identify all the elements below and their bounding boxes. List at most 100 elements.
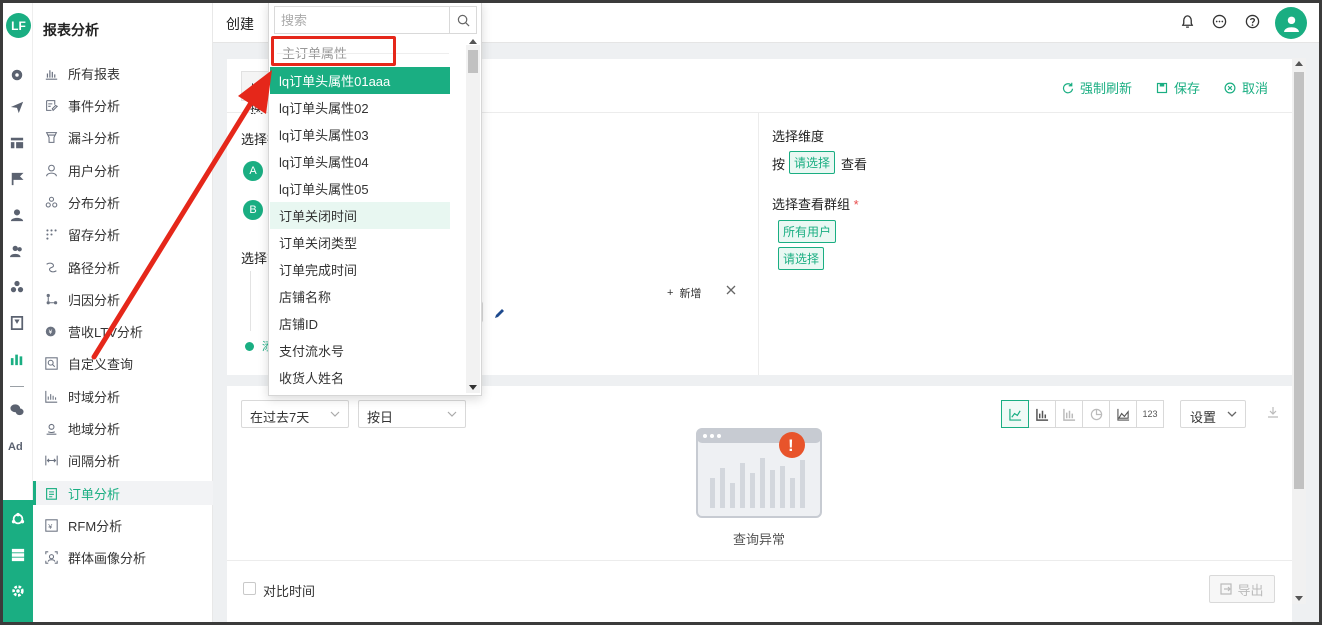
breadcrumb[interactable]: 创建 (226, 14, 254, 34)
flag-icon[interactable] (8, 170, 26, 188)
download-icon[interactable] (1267, 406, 1279, 418)
save-icon (1156, 82, 1168, 93)
sidebar-item-all-reports[interactable]: 所有报表 (33, 61, 213, 85)
dropdown-option[interactable]: 收货人姓名 (270, 364, 450, 391)
compare-time-label: 对比时间 (263, 584, 316, 599)
scroll-down-arrow[interactable] (469, 385, 477, 390)
rail-divider (10, 386, 24, 387)
dropdown-option[interactable]: 订单完成时间 (270, 256, 450, 283)
hub-icon[interactable] (9, 510, 27, 528)
export-button[interactable]: 导出 (1209, 575, 1275, 603)
granularity-select[interactable]: 按日 (358, 400, 466, 428)
settings-dropdown[interactable]: 设置 (1180, 400, 1246, 428)
dots-grid-icon (43, 226, 59, 242)
area-chart-icon (1116, 408, 1129, 421)
scrollbar-thumb[interactable] (1294, 72, 1304, 489)
group-select-tag[interactable]: 请选择 (778, 247, 825, 270)
dropdown-option[interactable]: 订单关闭时间 (270, 202, 450, 229)
pie-chart-button[interactable] (1082, 400, 1110, 428)
sidebar-item-path-analysis[interactable]: 路径分析 (33, 255, 213, 279)
area-chart-button[interactable] (1109, 400, 1137, 428)
sidebar-item-label: 用户分析 (68, 163, 121, 179)
sidebar-item-label: 路径分析 (68, 260, 121, 276)
sidebar-item-order-analysis[interactable]: 订单分析 (33, 481, 213, 505)
server-icon[interactable] (9, 546, 27, 564)
user-icon (43, 162, 59, 178)
dropdown-option[interactable]: lq订单头属性01aaa (270, 67, 450, 94)
dropdown-option[interactable]: lq订单头属性03 (270, 121, 450, 148)
export-icon (1220, 583, 1233, 595)
cancel-button[interactable]: 取消 (1224, 78, 1268, 97)
wechat-icon[interactable] (8, 401, 26, 419)
sidebar-item-user-analysis[interactable]: 用户分析 (33, 158, 213, 182)
scroll-up-arrow[interactable] (469, 39, 477, 44)
line-chart-button[interactable] (1001, 400, 1029, 428)
save-button[interactable]: 保存 (1156, 78, 1200, 97)
search-icon[interactable] (449, 7, 476, 33)
sidebar-item-label: 时域分析 (68, 389, 121, 405)
app-logo[interactable]: LF (6, 13, 31, 38)
select-dimension-label: 选择维度 (772, 129, 825, 144)
gear-icon[interactable] (9, 582, 27, 600)
help-icon[interactable] (1244, 13, 1260, 29)
sidebar-item-retention-analysis[interactable]: 留存分析 (33, 222, 213, 246)
required-mark: * (853, 197, 859, 212)
page-scrollbar[interactable] (1292, 58, 1306, 604)
sidebar-item-attribution-analysis[interactable]: 归因分析 (33, 287, 213, 311)
metric-a-badge: A (243, 161, 263, 181)
dropdown-option[interactable]: 店铺名称 (270, 283, 450, 310)
sidebar-item-rfm-analysis[interactable]: ¥ RFM分析 (33, 513, 213, 537)
person-icon[interactable] (8, 206, 26, 224)
users-icon[interactable] (8, 242, 26, 260)
sidebar-item-time-domain-analysis[interactable]: 时域分析 (33, 384, 213, 408)
sidebar-item-label: 留存分析 (68, 227, 121, 243)
add-filter-button[interactable]: + 新增 (667, 285, 701, 301)
time-range-select[interactable]: 在过去7天 (241, 400, 349, 428)
scrollbar-thumb[interactable] (468, 50, 478, 73)
scroll-down-arrow[interactable] (1295, 596, 1303, 601)
number-view-button[interactable]: 123 (1136, 400, 1164, 428)
sidebar-item-revenue-ltv-analysis[interactable]: ¥ 营收LTV分析 (33, 319, 213, 343)
report-chart-icon[interactable] (8, 350, 26, 368)
close-icon[interactable] (724, 283, 738, 297)
avatar[interactable] (1275, 7, 1307, 39)
sidebar-item-event-analysis[interactable]: 事件分析 (33, 93, 213, 117)
dashboard-icon[interactable] (8, 66, 26, 84)
ad-icon[interactable]: Ad (8, 441, 23, 453)
dimension-select-tag[interactable]: 请选择 (789, 151, 836, 174)
bell-icon[interactable] (1179, 13, 1195, 29)
sidebar-item-group-portrait-analysis[interactable]: 群体画像分析 (33, 545, 213, 569)
dropdown-option[interactable]: 店铺ID (270, 310, 450, 337)
sidebar-item-region-analysis[interactable]: 地域分析 (33, 416, 213, 440)
compare-time-checkbox[interactable] (243, 582, 256, 595)
cluster-icon[interactable] (8, 278, 26, 296)
sidebar-item-distribution-analysis[interactable]: 分布分析 (33, 190, 213, 214)
by-text: 按 (772, 157, 786, 172)
sidebar-item-custom-query[interactable]: 自定义查询 (33, 351, 213, 375)
force-refresh-button[interactable]: 强制刷新 (1062, 78, 1132, 97)
metric-b-badge: B (243, 200, 263, 220)
dropdown-scrollbar[interactable] (466, 39, 480, 393)
scroll-up-arrow[interactable] (1295, 61, 1303, 66)
add-condition-icon[interactable] (245, 342, 254, 351)
filter-guide-line (250, 271, 251, 331)
layout-icon[interactable] (8, 134, 26, 152)
send-icon[interactable] (8, 98, 26, 116)
stacked-bar-button[interactable] (1055, 400, 1083, 428)
query-error-illustration: ! (696, 428, 822, 518)
dropdown-option[interactable]: 支付流水号 (270, 337, 450, 364)
dropdown-option[interactable]: lq订单头属性05 (270, 175, 450, 202)
bar-chart-button[interactable] (1028, 400, 1056, 428)
bookmark-icon[interactable] (8, 314, 26, 332)
dropdown-option[interactable]: lq订单头属性02 (270, 94, 450, 121)
revenue-icon: ¥ (43, 323, 59, 339)
all-users-tag[interactable]: 所有用户 (778, 220, 837, 243)
dropdown-option[interactable]: lq订单头属性04 (270, 148, 450, 175)
time-chart-icon (43, 388, 59, 404)
search-input[interactable] (275, 7, 450, 33)
sidebar-item-funnel-analysis[interactable]: 漏斗分析 (33, 125, 213, 149)
dropdown-option[interactable]: 订单关闭类型 (270, 229, 450, 256)
sidebar-item-interval-analysis[interactable]: 间隔分析 (33, 448, 213, 472)
chat-icon[interactable] (1211, 13, 1227, 29)
pencil-icon[interactable] (494, 307, 506, 319)
